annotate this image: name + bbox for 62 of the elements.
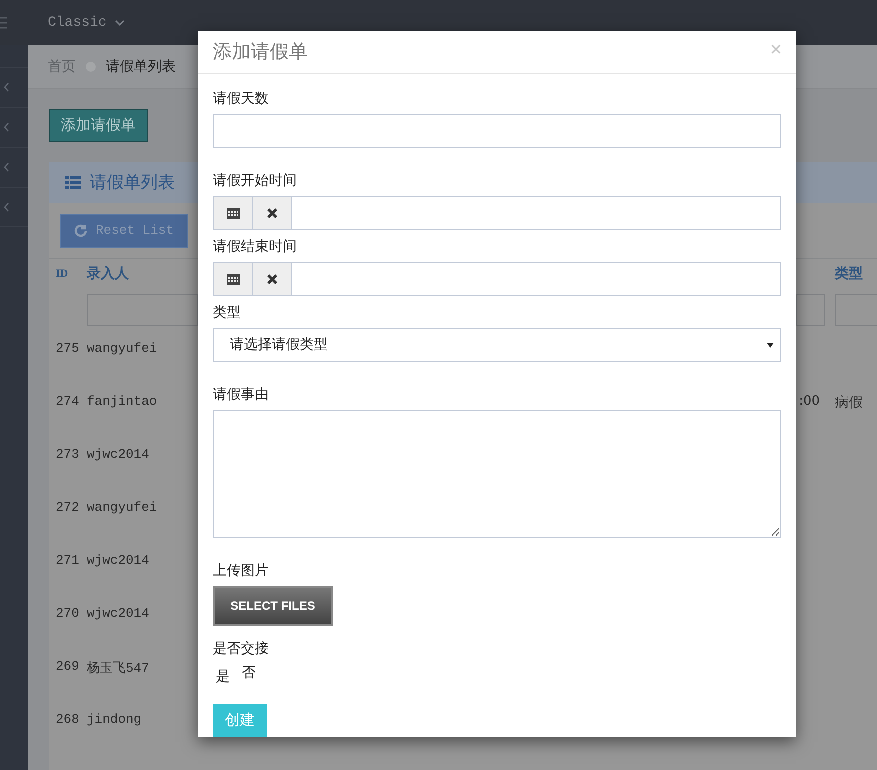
table-cell: 272 [56, 500, 80, 515]
panel-title: 请假单列表 [90, 172, 175, 194]
calendar-icon [226, 207, 240, 219]
table-cell: 杨玉飞547 [87, 661, 150, 676]
input-field[interactable] [213, 114, 781, 148]
table-cell: jindong [87, 712, 142, 727]
theme-dropdown[interactable]: Classic [40, 8, 125, 38]
date-field[interactable] [213, 196, 781, 230]
table-cell: wjwc2014 [87, 553, 150, 568]
filter-field[interactable] [87, 294, 198, 326]
table-cell: 269 [56, 659, 80, 674]
date-field[interactable] [213, 262, 781, 296]
column-header: 录入人 [87, 265, 129, 283]
breadcrumb-current: 请假单列表 [106, 58, 176, 76]
table-cell: wangyufei [87, 341, 158, 356]
dropdown-arrow-icon [767, 342, 774, 348]
clear-button[interactable] [253, 197, 292, 229]
refresh-icon [74, 224, 88, 238]
calendar-icon [226, 273, 240, 285]
table-cell: 274 [56, 394, 80, 409]
table-cell: 271 [56, 553, 80, 568]
table-cell: :00 [799, 394, 820, 409]
table-cell: 270 [56, 606, 80, 621]
table-cell: wangyufei [87, 500, 158, 515]
table-cell: wjwc2014 [87, 606, 150, 621]
radio-option[interactable]: 否 [242, 664, 256, 682]
chevron-left-icon[interactable] [4, 163, 9, 172]
chevron-left-icon[interactable] [4, 202, 9, 212]
add-leave-button[interactable]: 添加请假单 [49, 109, 148, 142]
chevron-left-icon[interactable] [4, 123, 9, 132]
field-label: 请假开始时间 [213, 172, 298, 190]
column-header: ID [56, 268, 68, 280]
table-cell: fanjintao [87, 394, 158, 409]
clear-icon [266, 208, 278, 218]
table-cell: 273 [56, 447, 80, 462]
menu-icon[interactable] [0, 16, 7, 28]
select-field[interactable]: 请选择请假类型 [213, 328, 781, 362]
field-label: 类型 [213, 304, 242, 322]
chevron-left-icon[interactable] [4, 83, 9, 92]
chevron-down-icon [114, 20, 125, 26]
table-cell: wjwc2014 [87, 447, 150, 462]
column-header: 类型 [835, 265, 863, 283]
field-label: 请假事由 [213, 386, 270, 404]
table-cell: 268 [56, 712, 80, 727]
table-cell: 病假 [835, 395, 863, 411]
field-label: 上传图片 [213, 562, 270, 580]
radio-option[interactable]: 是 [216, 668, 230, 686]
modal-title: 添加请假单 [213, 40, 308, 65]
clear-icon [266, 274, 278, 284]
filter-field[interactable] [835, 294, 877, 326]
field-label: 请假结束时间 [213, 238, 298, 256]
calendar-button[interactable] [214, 263, 253, 295]
select-files-button[interactable]: SELECT FILES [213, 586, 333, 626]
clear-button[interactable] [253, 263, 292, 295]
list-icon [65, 176, 81, 190]
table-cell: 275 [56, 341, 80, 356]
field-label: 请假天数 [213, 90, 270, 108]
calendar-button[interactable] [214, 197, 253, 229]
reset-list-button[interactable]: Reset List [60, 214, 188, 248]
field-label: 是否交接 [213, 640, 270, 658]
create-button[interactable]: 创建 [213, 704, 267, 737]
filter-field[interactable] [796, 294, 825, 326]
